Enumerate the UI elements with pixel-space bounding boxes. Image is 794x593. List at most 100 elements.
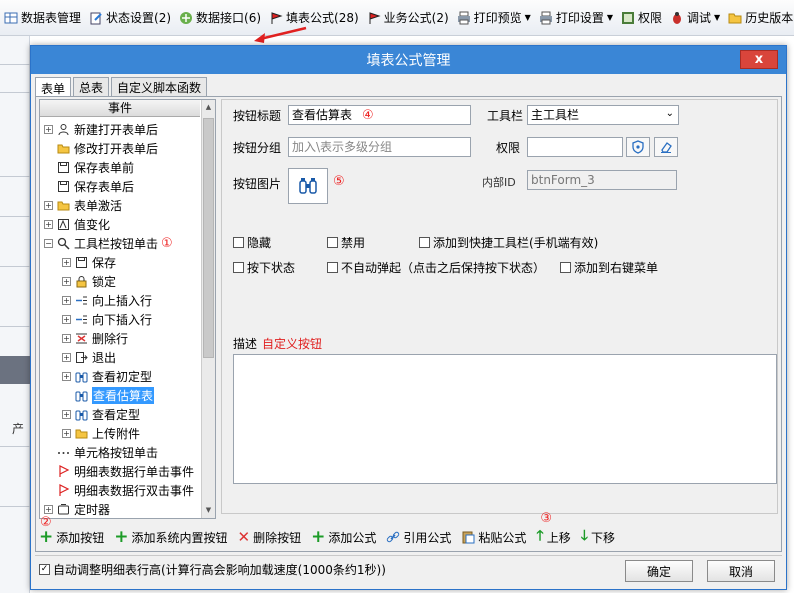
permission-input[interactable] xyxy=(527,137,623,157)
folder-icon xyxy=(57,199,70,212)
toolbar-item-status[interactable]: 状态设置(2) xyxy=(85,6,175,30)
checkbox-hidden[interactable]: 隐藏 xyxy=(233,234,271,251)
close-button[interactable]: x xyxy=(740,50,778,69)
tree-node[interactable]: + 锁定 xyxy=(62,272,116,291)
button-group-input[interactable]: 加入\表示多级分组 xyxy=(288,137,471,157)
tree-node[interactable]: + 定时器 xyxy=(44,500,110,518)
background-dark-row xyxy=(0,356,30,384)
tree-node[interactable]: 明细表数据行单击事件 xyxy=(44,462,194,481)
expander-icon[interactable]: + xyxy=(62,372,71,381)
description-textarea[interactable] xyxy=(233,354,777,484)
internal-id-field: btnForm_3 xyxy=(527,170,677,190)
tab-form[interactable]: 表单 xyxy=(35,77,72,98)
tree-node[interactable]: + 删除行 xyxy=(62,329,128,348)
save-icon xyxy=(57,180,70,193)
folder-icon xyxy=(75,427,88,440)
tree-header: 事件 xyxy=(40,100,200,117)
callout-2: ② xyxy=(40,514,52,530)
printer-icon xyxy=(539,11,553,25)
tree-node-label: 查看估算表 xyxy=(92,387,155,404)
expander-icon[interactable]: + xyxy=(44,220,53,229)
button-title-input[interactable]: 查看估算表 ④ xyxy=(288,105,471,125)
checkbox-pressed-state[interactable]: 按下状态 xyxy=(233,259,295,276)
tree-node[interactable]: + 退出 xyxy=(62,348,116,367)
binoculars-icon xyxy=(299,178,317,194)
toolbar-select[interactable]: 主工具栏 ⌄ xyxy=(527,105,679,125)
checkbox-disabled[interactable]: 禁用 xyxy=(327,234,365,251)
tab-custom-script[interactable]: 自定义脚本函数 xyxy=(111,77,208,97)
tab-summary[interactable]: 总表 xyxy=(73,77,110,97)
toolbar-item-print-preview[interactable]: 打印预览 ▼ xyxy=(453,6,535,30)
expander-icon[interactable]: + xyxy=(62,353,71,362)
checkbox-context-menu[interactable]: 添加到右键菜单 xyxy=(560,259,658,276)
expander-icon[interactable]: + xyxy=(62,258,71,267)
toolbar-item-permission[interactable]: 权限 xyxy=(617,6,666,30)
magnifier-icon xyxy=(57,237,70,250)
clear-permission-button[interactable] xyxy=(654,137,678,157)
expander-icon[interactable]: + xyxy=(62,296,71,305)
permission-picker-button[interactable] xyxy=(626,137,650,157)
tree-node[interactable]: 保存表单前 xyxy=(44,158,134,177)
ok-button[interactable]: 确定 xyxy=(625,560,693,582)
toolbar-item-debug[interactable]: 调试 ▼ xyxy=(666,6,724,30)
folder-icon xyxy=(57,142,70,155)
toolbar-item-print-settings[interactable]: 打印设置 ▼ xyxy=(535,6,617,30)
move-down-action[interactable]: 🡓 下移 xyxy=(581,525,615,549)
printer-icon xyxy=(457,11,471,25)
dialog-titlebar[interactable]: 填表公式管理 xyxy=(31,46,786,74)
tab-strip: 表单 总表 自定义脚本函数 xyxy=(35,77,209,98)
scroll-down-icon[interactable]: ▼ xyxy=(203,504,214,516)
tree-scrollbar[interactable]: ▲ ▼ xyxy=(201,100,215,518)
folder-icon xyxy=(728,11,742,25)
tree-node[interactable]: + 保存 xyxy=(62,253,116,272)
delete-button-action[interactable]: ✕ 删除按钮 xyxy=(238,528,302,546)
tree-node[interactable]: + 查看定型 xyxy=(62,405,140,424)
checkbox-quick-toolbar[interactable]: 添加到快捷工具栏(手机端有效) xyxy=(419,234,598,251)
tree-node[interactable]: 单元格按钮单击 xyxy=(44,443,158,462)
tree-node[interactable]: + 查看初定型 xyxy=(62,367,152,386)
expander-icon[interactable]: + xyxy=(44,125,53,134)
auto-adjust-row-height-checkbox[interactable]: ✓ 自动调整明细表行高(计算行高会影响加载速度(1000条约1秒)) xyxy=(39,561,386,578)
cancel-button[interactable]: 取消 xyxy=(707,560,775,582)
tree-node[interactable]: + 向上插入行 xyxy=(62,291,152,310)
tree-node[interactable]: 查看估算表 xyxy=(62,386,155,405)
tree-node[interactable]: + 新建打开表单后 xyxy=(44,120,158,139)
expander-icon[interactable]: + xyxy=(62,277,71,286)
expander-icon[interactable]: + xyxy=(44,201,53,210)
expander-icon[interactable]: − xyxy=(44,239,53,248)
tree-node[interactable]: − 工具栏按钮单击 ① xyxy=(44,234,173,253)
tree-node-label: 明细表数据行单击事件 xyxy=(74,465,195,479)
expander-icon[interactable]: + xyxy=(62,429,71,438)
add-button-action[interactable]: ② + 添加按钮 xyxy=(39,515,104,546)
permission-label: 权限 xyxy=(496,141,521,155)
binoculars-icon xyxy=(75,389,88,402)
toolbar-item-history[interactable]: 历史版本 xyxy=(724,6,794,30)
toolbar-item-table-manage[interactable]: 数据表管理 xyxy=(0,6,85,30)
toolbar-item-business-formula[interactable]: 业务公式(2) xyxy=(363,6,453,30)
expander-icon[interactable]: + xyxy=(62,315,71,324)
scroll-up-icon[interactable]: ▲ xyxy=(203,101,214,113)
expander-icon[interactable]: + xyxy=(62,410,71,419)
paste-formula-action[interactable]: 粘贴公式 xyxy=(461,529,526,546)
bug-icon xyxy=(670,11,684,25)
button-title-label: 按钮标题 xyxy=(233,109,282,123)
reference-formula-action[interactable]: 引用公式 xyxy=(386,529,451,546)
expander-icon[interactable]: + xyxy=(44,505,53,514)
checkbox-no-auto-popup[interactable]: 不自动弹起（点击之后保持按下状态） xyxy=(327,259,545,276)
move-up-action[interactable]: ③ 🡑 上移 xyxy=(536,511,570,549)
tree-node[interactable]: + 值变化 xyxy=(44,215,110,234)
expander-icon[interactable]: + xyxy=(62,334,71,343)
tree-node[interactable]: + 向下插入行 xyxy=(62,310,152,329)
scroll-thumb[interactable] xyxy=(203,118,214,358)
tree-node-label: 保存表单前 xyxy=(74,161,135,175)
tree-node[interactable]: + 表单激活 xyxy=(44,196,122,215)
description-label: 描述 xyxy=(233,337,258,351)
tree-node[interactable]: 修改打开表单后 xyxy=(44,139,158,158)
tree-node[interactable]: 明细表数据行双击事件 xyxy=(44,481,194,500)
tree-node[interactable]: 保存表单后 xyxy=(44,177,134,196)
add-builtin-button-action[interactable]: + 添加系统内置按钮 xyxy=(114,529,227,546)
add-formula-action[interactable]: + 添加公式 xyxy=(311,529,376,546)
delete-icon: ✕ xyxy=(237,528,251,546)
button-image-picker[interactable] xyxy=(288,168,328,204)
tree-node[interactable]: + 上传附件 xyxy=(62,424,140,443)
